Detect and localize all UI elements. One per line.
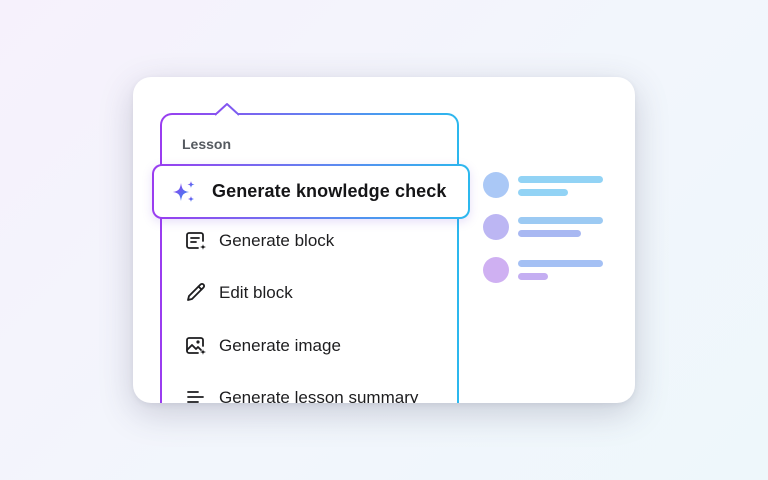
menu-item-highlight-body: Generate knowledge check [154,166,468,217]
placeholder-line [518,230,581,237]
sparkles-icon [170,178,198,206]
menu-item-generate-knowledge-check[interactable]: Generate knowledge check [152,164,470,219]
generate-block-icon [184,229,208,253]
popover-caret [215,103,239,117]
menu-item-label: Generate lesson summary [219,388,419,403]
placeholder-line [518,176,603,183]
placeholder-line [518,189,568,196]
generate-image-icon [184,334,208,358]
placeholder-line [518,217,603,224]
pencil-icon [184,281,208,305]
placeholder-line [518,273,548,280]
menu-item-generate-lesson-summary[interactable]: Generate lesson summary [184,386,418,403]
menu-item-label: Generate block [219,231,335,250]
menu-item-label: Generate image [219,336,341,355]
menu-item-generate-image[interactable]: Generate image [184,334,341,358]
placeholder-line [518,260,603,267]
placeholder-avatar [483,172,509,198]
summary-lines-icon [184,386,208,403]
menu-item-label: Edit block [219,283,293,302]
preview-card: Lesson Generate knowledge check Generate… [133,77,635,403]
menu-item-label: Generate knowledge check [212,181,447,201]
ai-actions-menu-body [162,115,457,403]
ai-actions-menu [160,113,459,403]
placeholder-avatar [483,214,509,240]
menu-section-label: Lesson [182,136,232,152]
menu-item-edit-block[interactable]: Edit block [184,281,293,305]
menu-item-generate-block[interactable]: Generate block [184,229,334,253]
placeholder-avatar [483,257,509,283]
